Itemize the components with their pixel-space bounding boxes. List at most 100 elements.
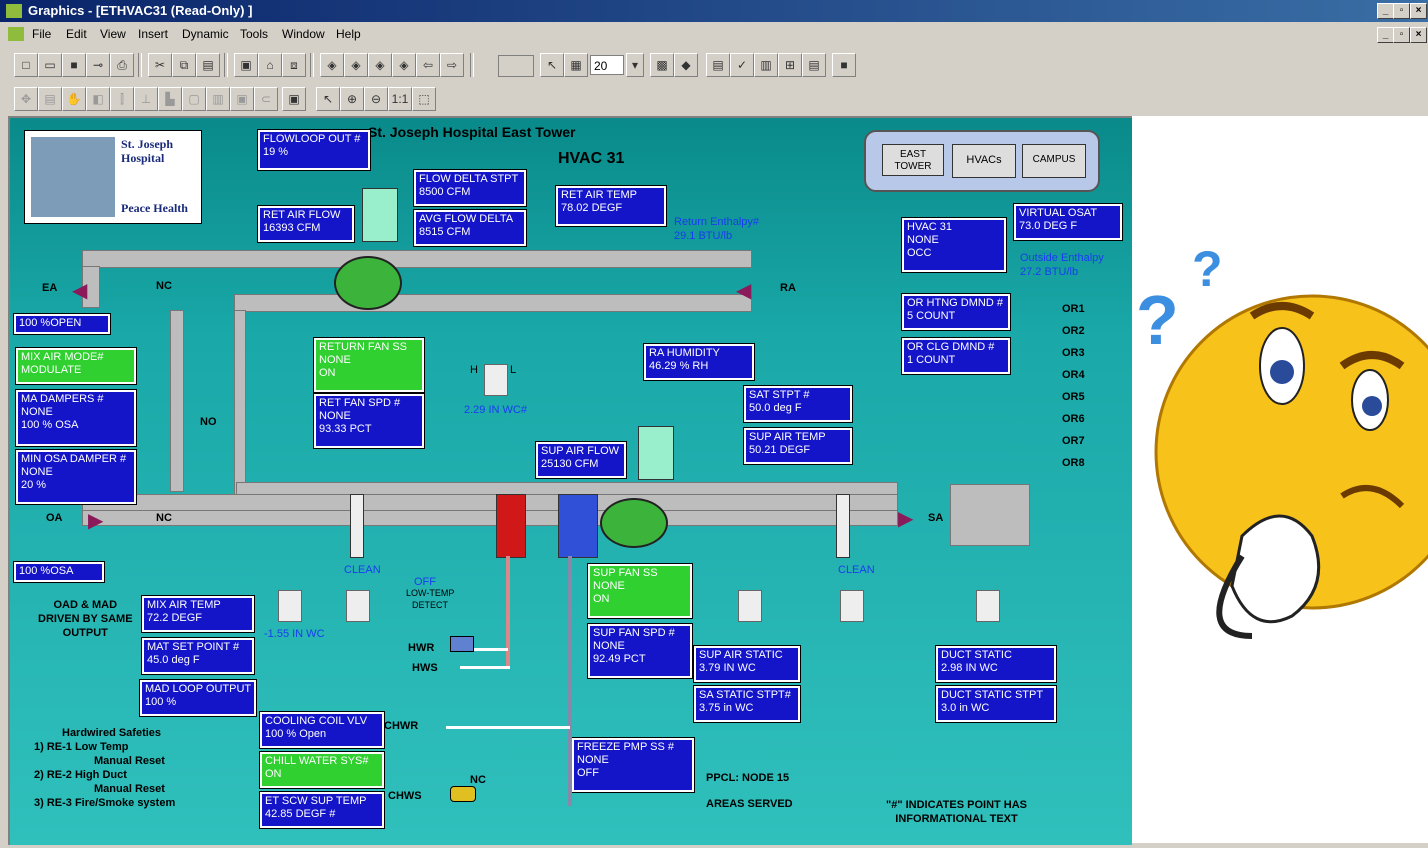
- mix-air-temp-point[interactable]: MIX AIR TEMP 72.2 DEGF: [141, 595, 255, 633]
- hvacs-button[interactable]: HVACs: [952, 144, 1016, 178]
- mad-loop-output-point[interactable]: MAD LOOP OUTPUT 100 %: [139, 679, 257, 717]
- cooling-coil-vlv-point[interactable]: COOLING COIL VLV 100 % Open: [259, 711, 385, 749]
- select-icon[interactable]: ↖: [540, 53, 564, 77]
- mat-set-point-point[interactable]: MAT SET POINT #45.0 deg F: [141, 637, 255, 675]
- actual-size-icon[interactable]: 1:1: [388, 87, 412, 111]
- close-button[interactable]: ×: [1410, 3, 1427, 19]
- print-icon[interactable]: ⎙: [110, 53, 134, 77]
- duct-static-point[interactable]: DUCT STATIC 2.98 IN WC: [935, 645, 1057, 683]
- pointer-plus-icon[interactable]: ↖: [316, 87, 340, 111]
- menu-dynamic[interactable]: Dynamic: [182, 27, 229, 41]
- frame-icon[interactable]: ▢: [182, 87, 206, 111]
- doc-restore-button[interactable]: ▫: [1393, 27, 1410, 43]
- zoom-in-icon[interactable]: ⊕: [340, 87, 364, 111]
- sup-fan-ss-point[interactable]: SUP FAN SS NONE ON: [587, 563, 693, 619]
- sup-fan-spd-point[interactable]: SUP FAN SPD # NONE 92.49 PCT: [587, 623, 693, 679]
- east-tower-button[interactable]: EAST TOWER: [882, 144, 944, 176]
- home-icon[interactable]: ⌂: [258, 53, 282, 77]
- chain-icon[interactable]: ⊂: [254, 87, 278, 111]
- report-icon[interactable]: ▤: [802, 53, 826, 77]
- freeze-pmp-ss-point[interactable]: FREEZE PMP SS # NONE OFF: [571, 737, 695, 793]
- et-scw-sup-temp-point[interactable]: ET SCW SUP TEMP 42.85 DEGF #: [259, 791, 385, 829]
- blank-field[interactable]: [498, 55, 534, 77]
- areas-served-link[interactable]: AREAS SERVED: [706, 798, 793, 810]
- chevron-down-icon[interactable]: ▾: [626, 53, 644, 77]
- point-trend-icon[interactable]: ◈: [392, 53, 416, 77]
- ea-damper-point[interactable]: 100 %OPEN: [13, 313, 111, 335]
- sup-air-flow-point[interactable]: SUP AIR FLOW 25130 CFM: [535, 441, 627, 479]
- grid-size-select[interactable]: 20: [590, 55, 624, 75]
- or-clg-dmnd-point[interactable]: OR CLG DMND #1 COUNT: [901, 337, 1011, 375]
- sa-static-stpt-point[interactable]: SA STATIC STPT# 3.75 in WC: [693, 685, 801, 723]
- or-htng-dmnd-point[interactable]: OR HTNG DMND #5 COUNT: [901, 293, 1011, 331]
- fit-icon[interactable]: ⬚: [412, 87, 436, 111]
- menu-edit[interactable]: Edit: [66, 27, 87, 41]
- alarm-icon[interactable]: ◆: [674, 53, 698, 77]
- chill-water-sys-point[interactable]: CHILL WATER SYS# ON: [259, 751, 385, 789]
- tree-icon[interactable]: ⊞: [778, 53, 802, 77]
- open-graphic-icon[interactable]: ▣: [234, 53, 258, 77]
- copy-icon[interactable]: ⧉: [172, 53, 196, 77]
- mix-air-mode-point[interactable]: MIX AIR MODE# MODULATE: [15, 347, 137, 385]
- point-cmd-icon[interactable]: ◈: [368, 53, 392, 77]
- cut-icon[interactable]: ✂: [148, 53, 172, 77]
- sat-stpt-point[interactable]: SAT STPT #50.0 deg F: [743, 385, 853, 423]
- menu-insert[interactable]: Insert: [138, 27, 168, 41]
- minimize-button[interactable]: _: [1377, 3, 1394, 19]
- layout-icon[interactable]: ▥: [754, 53, 778, 77]
- restore-button[interactable]: ▫: [1393, 3, 1410, 19]
- ra-humidity-point[interactable]: RA HUMIDITY 46.29 % RH: [643, 343, 755, 381]
- forward-icon[interactable]: ⇨: [440, 53, 464, 77]
- group-icon[interactable]: ▙: [158, 87, 182, 111]
- doc-close-button[interactable]: ×: [1410, 27, 1427, 43]
- doc-minimize-button[interactable]: _: [1377, 27, 1394, 43]
- point-value: 72.2 DEGF: [147, 612, 203, 624]
- ret-fan-spd-point[interactable]: RET FAN SPD # NONE 93.33 PCT: [313, 393, 425, 449]
- new-icon[interactable]: □: [14, 53, 38, 77]
- align-bottom-icon[interactable]: ⊥: [134, 87, 158, 111]
- oa-damper-point[interactable]: 100 %OSA: [13, 561, 105, 583]
- window-icon[interactable]: ▣: [282, 87, 306, 111]
- avg-flow-delta-point[interactable]: AVG FLOW DELTA 8515 CFM: [413, 209, 527, 247]
- paste-icon[interactable]: ▤: [196, 53, 220, 77]
- check-icon[interactable]: ✓: [730, 53, 754, 77]
- duct-static-stpt-point[interactable]: DUCT STATIC STPT 3.0 in WC: [935, 685, 1057, 723]
- campus-button[interactable]: CAMPUS: [1022, 144, 1086, 178]
- grid-icon[interactable]: ▦: [564, 53, 588, 77]
- flow-delta-stpt-point[interactable]: FLOW DELTA STPT 8500 CFM: [413, 169, 527, 207]
- ma-dampers-point[interactable]: MA DAMPERS # NONE 100 % OSA: [15, 389, 137, 447]
- menu-window[interactable]: Window: [282, 27, 325, 41]
- move-icon[interactable]: ✥: [14, 87, 38, 111]
- link-icon[interactable]: ⊸: [86, 53, 110, 77]
- point-edit-icon[interactable]: ◈: [344, 53, 368, 77]
- back-icon[interactable]: ⇦: [416, 53, 440, 77]
- flowloop-out-point[interactable]: FLOWLOOP OUT #19 %: [257, 129, 371, 171]
- columns-icon[interactable]: ▥: [206, 87, 230, 111]
- save-icon[interactable]: ■: [62, 53, 86, 77]
- virtual-osat-point[interactable]: VIRTUAL OSAT 73.0 DEG F: [1013, 203, 1123, 241]
- oa-arrow-icon: ▶: [88, 510, 104, 532]
- min-osa-damper-point[interactable]: MIN OSA DAMPER # NONE 20 %: [15, 449, 137, 505]
- properties-icon[interactable]: ▤: [706, 53, 730, 77]
- sup-air-static-point[interactable]: SUP AIR STATIC 3.79 IN WC: [693, 645, 801, 683]
- ret-air-flow-point[interactable]: RET AIR FLOW 16393 CFM: [257, 205, 355, 243]
- menu-tools[interactable]: Tools: [240, 27, 268, 41]
- hvac31-status-point[interactable]: HVAC 31 NONE OCC: [901, 217, 1007, 273]
- align-icon[interactable]: ⫿: [110, 87, 134, 111]
- menu-view[interactable]: View: [100, 27, 126, 41]
- image-icon[interactable]: ▣: [230, 87, 254, 111]
- navigate-icon[interactable]: ⧈: [282, 53, 306, 77]
- hand-icon[interactable]: ✋: [62, 87, 86, 111]
- snapshot-icon[interactable]: ▩: [650, 53, 674, 77]
- menu-help[interactable]: Help: [336, 27, 361, 41]
- open-icon[interactable]: ▭: [38, 53, 62, 77]
- ret-air-temp-point[interactable]: RET AIR TEMP 78.02 DEGF: [555, 185, 667, 227]
- page-icon[interactable]: ▤: [38, 87, 62, 111]
- zoom-out-icon[interactable]: ⊖: [364, 87, 388, 111]
- menu-file[interactable]: File: [32, 27, 51, 41]
- fullscreen-icon[interactable]: ■: [832, 53, 856, 77]
- bring-front-icon[interactable]: ◧: [86, 87, 110, 111]
- point-icon[interactable]: ◈: [320, 53, 344, 77]
- sup-air-temp-point[interactable]: SUP AIR TEMP 50.21 DEGF: [743, 427, 853, 465]
- return-fan-ss-point[interactable]: RETURN FAN SS NONE ON: [313, 337, 425, 393]
